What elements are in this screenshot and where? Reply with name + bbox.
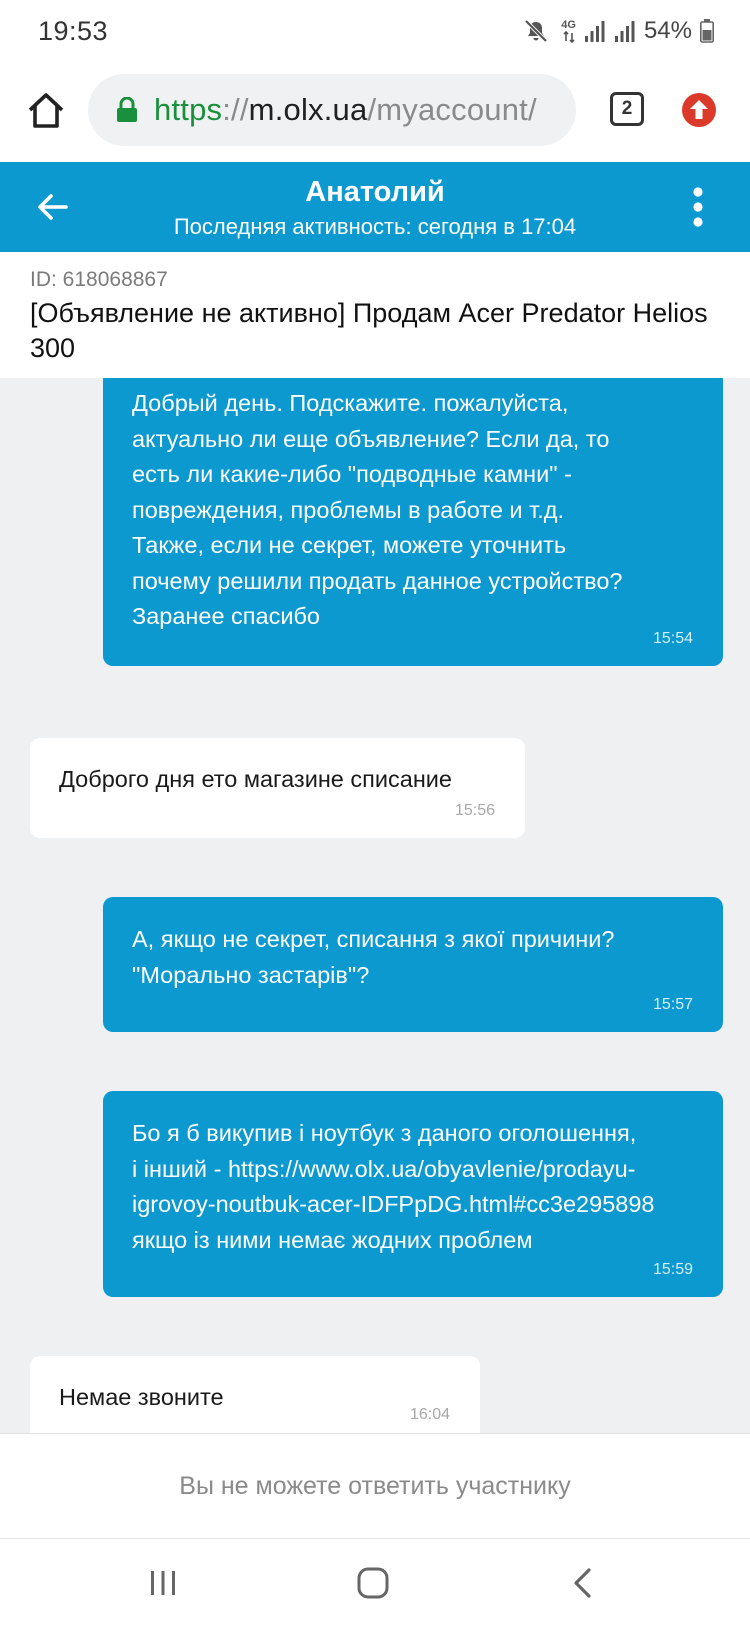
message-bubble-outgoing: А, якщо не секрет, списання з якої причи… (103, 897, 723, 1032)
url-scheme: https (154, 92, 223, 127)
tab-switcher-button[interactable]: 2 (610, 92, 644, 126)
update-icon[interactable] (681, 92, 717, 128)
battery-icon (700, 19, 714, 43)
address-bar[interactable]: https://m.olx.ua/myaccount/ (88, 74, 576, 146)
status-bar: 19:53 4G 54% (0, 0, 750, 62)
url-path: /myaccount/ (367, 92, 537, 127)
ad-title: [Объявление не активно] Продам Acer Pred… (30, 298, 708, 363)
message-time: 15:59 (652, 1260, 693, 1278)
contact-name: Анатолий (305, 176, 445, 208)
status-time: 19:53 (38, 15, 109, 46)
message-bubble-incoming: Немае звоните 16:04 (30, 1356, 480, 1433)
lock-icon (117, 97, 137, 122)
message-text: Доброго дня ето магазине списание (59, 766, 452, 792)
status-icons: 4G 54% (523, 17, 714, 45)
home-icon[interactable] (26, 90, 66, 130)
message-time: 15:57 (652, 995, 693, 1013)
url-separator: :// (222, 92, 249, 127)
reply-disabled-notice: Вы не можете ответить участнику (179, 1471, 571, 1500)
ad-id: ID: 618068867 (30, 268, 168, 291)
ad-info[interactable]: ID: 618068867 [Объявление не активно] Пр… (0, 252, 750, 378)
reply-disabled-bar: Вы не можете ответить участнику (0, 1433, 750, 1538)
message-time: 16:04 (409, 1405, 450, 1423)
battery-percent: 54% (643, 17, 692, 44)
message-time: 15:56 (454, 801, 495, 819)
message-text: Немае звоните (59, 1384, 224, 1410)
home-nav-icon[interactable] (353, 1565, 393, 1601)
message-bubble-outgoing: Добрый день. Подскажите. пожалуйста, акт… (103, 378, 723, 666)
back-nav-icon[interactable] (563, 1565, 603, 1601)
message-text: А, якщо не секрет, списання з якої причи… (132, 926, 615, 988)
last-activity: Последняя активность: сегодня в 17:04 (173, 214, 577, 239)
signal-icon (584, 21, 605, 42)
message-text: Добрый день. Подскажите. пожалуйста, акт… (132, 390, 623, 629)
url-text: https://m.olx.ua/myaccount/ (154, 92, 537, 128)
browser-toolbar: https://m.olx.ua/myaccount/ 2 (0, 62, 750, 162)
recent-apps-icon[interactable] (143, 1565, 183, 1601)
message-bubble-outgoing: Бо я б викупив і ноутбук з даного оголош… (103, 1091, 723, 1297)
network-type: 4G (561, 18, 576, 31)
message-bubble-incoming: Доброго дня ето магазине списание 15:56 (30, 738, 525, 838)
message-time: 15:54 (652, 629, 693, 647)
data-arrows-icon (563, 30, 575, 43)
system-navigation-bar (0, 1538, 750, 1625)
message-text: Бо я б викупив і ноутбук з даного оголош… (132, 1120, 655, 1253)
network-indicator: 4G (561, 18, 576, 43)
message-list[interactable]: Добрый день. Подскажите. пожалуйста, акт… (0, 378, 750, 1433)
url-host: m.olx.ua (248, 92, 368, 127)
signal-icon-secondary (614, 21, 635, 42)
more-options-icon[interactable] (690, 186, 706, 228)
mute-icon (524, 19, 548, 43)
chat-header: Анатолий Последняя активность: сегодня в… (0, 162, 750, 252)
